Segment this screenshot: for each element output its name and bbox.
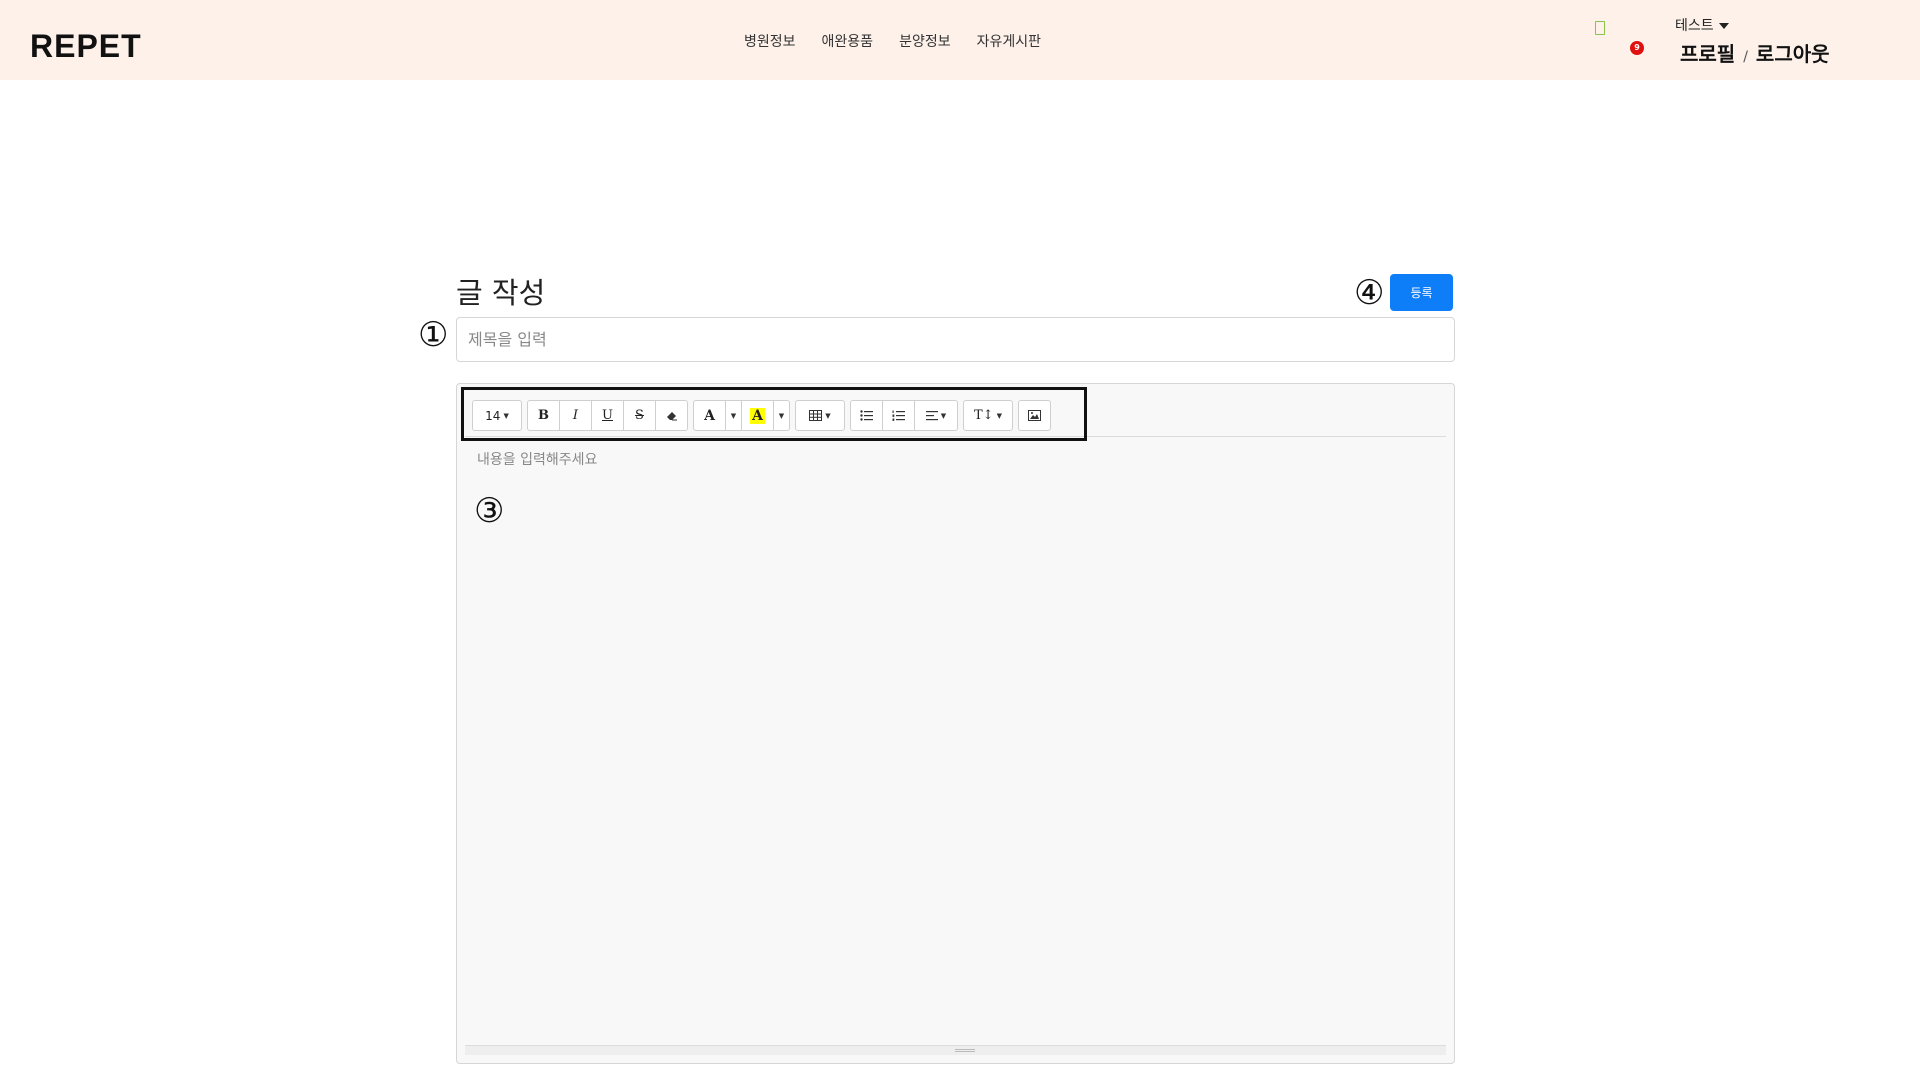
editor-toolbar: 14 ▼ B I U S A ▼ A ▼ ▼ ▼ T↕ ▼ bbox=[472, 400, 1056, 431]
nav-hospital-info[interactable]: 병원정보 bbox=[744, 31, 796, 51]
marker-3: ③ bbox=[474, 491, 505, 531]
site-logo[interactable]: REPET bbox=[30, 28, 142, 65]
main-nav: 병원정보 애완용품 분양정보 자유게시판 bbox=[744, 31, 1041, 51]
align-dropdown[interactable]: ▼ bbox=[914, 400, 958, 431]
eraser-icon bbox=[666, 411, 677, 420]
resize-handle[interactable] bbox=[955, 1049, 975, 1052]
table-icon bbox=[809, 410, 823, 421]
nav-adoption-info[interactable]: 분양정보 bbox=[899, 31, 951, 51]
chevron-down-icon: ▼ bbox=[730, 411, 737, 420]
top-navbar: REPET 병원정보 애완용품 분양정보 자유게시판 9 테스트 프로필 / 로그아… bbox=[0, 0, 1920, 80]
highlight-color-button[interactable]: A bbox=[741, 400, 774, 431]
align-icon bbox=[925, 410, 938, 420]
chevron-down-icon: ▼ bbox=[940, 411, 947, 420]
user-name: 테스트 bbox=[1675, 18, 1714, 34]
rich-text-editor: 14 ▼ B I U S A ▼ A ▼ ▼ ▼ T↕ ▼ 내용을 입력해주세요… bbox=[456, 383, 1455, 1064]
marker-4: ④ bbox=[1354, 273, 1385, 313]
chevron-down-icon: ▼ bbox=[778, 411, 785, 420]
leaf-icon[interactable] bbox=[1595, 21, 1605, 35]
nav-free-board[interactable]: 자유게시판 bbox=[977, 31, 1041, 51]
submit-button[interactable]: 등록 bbox=[1390, 274, 1453, 311]
editor-content-area[interactable]: 내용을 입력해주세요 bbox=[477, 449, 597, 469]
font-size-dropdown[interactable]: 14 ▼ bbox=[472, 400, 522, 431]
unordered-list-button[interactable] bbox=[850, 400, 883, 431]
clear-format-button[interactable] bbox=[655, 400, 688, 431]
picture-icon bbox=[1028, 410, 1041, 421]
insert-picture-button[interactable] bbox=[1018, 400, 1051, 431]
nav-pet-supplies[interactable]: 애완용품 bbox=[822, 31, 874, 51]
bold-button[interactable]: B bbox=[527, 400, 560, 431]
ordered-list-button[interactable] bbox=[882, 400, 915, 431]
font-size-value: 14 bbox=[485, 408, 501, 423]
font-size-tool-dropdown[interactable]: T↕ ▼ bbox=[963, 400, 1013, 431]
page-title: 글 작성 bbox=[456, 276, 546, 310]
italic-button[interactable]: I bbox=[559, 400, 592, 431]
profile-link[interactable]: 프로필 bbox=[1680, 42, 1735, 66]
title-input[interactable] bbox=[456, 317, 1455, 362]
font-color-dropdown[interactable]: ▼ bbox=[725, 400, 742, 431]
link-separator: / bbox=[1743, 49, 1748, 65]
notification-badge[interactable]: 9 bbox=[1630, 41, 1644, 55]
user-menu-toggle[interactable]: 테스트 bbox=[1675, 15, 1729, 35]
highlight-sample: A bbox=[750, 407, 765, 424]
chevron-down-icon: ▼ bbox=[825, 411, 831, 420]
user-links: 프로필 / 로그아웃 bbox=[1680, 38, 1830, 67]
highlight-color-dropdown[interactable]: ▼ bbox=[773, 400, 790, 431]
caret-down-icon bbox=[1718, 23, 1729, 29]
chevron-down-icon: ▼ bbox=[503, 411, 509, 420]
table-button[interactable]: ▼ bbox=[795, 400, 845, 431]
marker-1: ① bbox=[418, 315, 449, 355]
text-height-icon: T↕ bbox=[974, 408, 994, 423]
font-color-button[interactable]: A bbox=[693, 400, 726, 431]
logout-link[interactable]: 로그아웃 bbox=[1756, 42, 1830, 66]
underline-button[interactable]: U bbox=[591, 400, 624, 431]
editor-statusbar bbox=[465, 1045, 1446, 1055]
strikethrough-button[interactable]: S bbox=[623, 400, 656, 431]
ordered-list-icon bbox=[892, 410, 905, 421]
unordered-list-icon bbox=[860, 410, 873, 421]
chevron-down-icon: ▼ bbox=[996, 411, 1002, 420]
